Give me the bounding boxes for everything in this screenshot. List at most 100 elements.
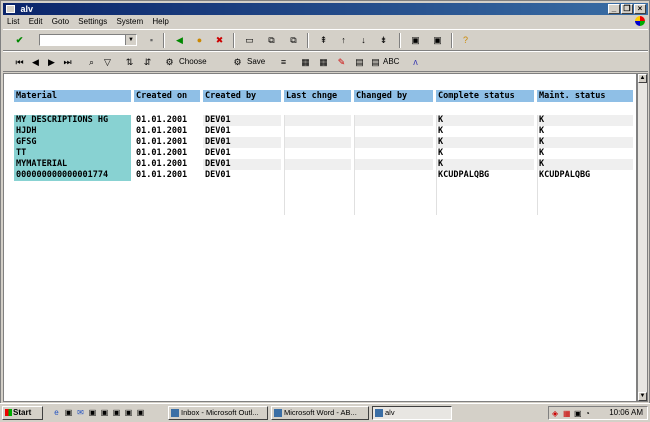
table-cell[interactable] bbox=[354, 126, 433, 137]
abc-analysis-button[interactable]: ABC bbox=[383, 56, 399, 68]
quicklaunch-icon[interactable]: ▣ bbox=[136, 408, 145, 417]
column-header-created-by[interactable]: Created by bbox=[203, 90, 281, 102]
table-cell[interactable]: DEV01 bbox=[203, 126, 281, 137]
menu-help[interactable]: Help bbox=[152, 17, 168, 26]
table-cell[interactable] bbox=[354, 148, 433, 159]
column-header-complete-status[interactable]: Complete status bbox=[436, 90, 534, 102]
word-processing-icon[interactable]: ✎ bbox=[335, 56, 348, 68]
last-row-icon[interactable]: ⏭ bbox=[61, 56, 74, 68]
menu-list[interactable]: List bbox=[7, 17, 19, 26]
menu-settings[interactable]: Settings bbox=[78, 17, 107, 26]
shield-icon[interactable]: ◈ bbox=[552, 408, 558, 420]
mail-recipient-icon[interactable]: ᴧ bbox=[409, 56, 422, 68]
help-icon[interactable]: ? bbox=[459, 34, 472, 46]
quicklaunch-icon[interactable]: ▣ bbox=[100, 408, 109, 417]
table-cell[interactable]: DEV01 bbox=[203, 137, 281, 148]
search-icon[interactable]: ⌕ bbox=[85, 56, 98, 68]
network-icon[interactable]: ▣ bbox=[574, 408, 582, 420]
new-session-icon[interactable]: ▣ bbox=[409, 34, 422, 46]
menu-edit[interactable]: Edit bbox=[29, 17, 43, 26]
table-cell[interactable] bbox=[354, 137, 433, 148]
task-alv[interactable]: alv bbox=[372, 406, 452, 420]
table-cell[interactable] bbox=[354, 159, 433, 170]
menu-system[interactable]: System bbox=[116, 17, 143, 26]
abc-analysis-icon[interactable]: ▤ bbox=[369, 56, 382, 68]
column-header-maint-status[interactable]: Maint. status bbox=[537, 90, 633, 102]
task-outlook-inbox[interactable]: Inbox - Microsoft Outl... bbox=[168, 406, 268, 420]
spreadsheet-icon[interactable]: ▦ bbox=[317, 56, 330, 68]
first-page-icon[interactable]: ⇞ bbox=[317, 34, 330, 46]
table-cell[interactable] bbox=[284, 159, 351, 170]
table-cell[interactable]: GFSG bbox=[14, 137, 131, 148]
table-cell[interactable] bbox=[284, 115, 351, 126]
shortcut-icon[interactable]: ▣ bbox=[431, 34, 444, 46]
next-page-icon[interactable]: ↓ bbox=[357, 34, 370, 46]
table-cell[interactable]: K bbox=[537, 159, 633, 170]
chevron-down-icon[interactable]: ▼ bbox=[125, 35, 136, 45]
details-icon[interactable]: ≡ bbox=[277, 56, 290, 68]
exit-icon[interactable]: ● bbox=[193, 34, 206, 46]
table-cell[interactable]: DEV01 bbox=[203, 115, 281, 126]
previous-row-icon[interactable]: ◀ bbox=[29, 56, 42, 68]
scroll-down-icon[interactable]: ▼ bbox=[638, 392, 647, 401]
table-cell[interactable]: 000000000000001774 bbox=[14, 170, 131, 181]
graphic-icon[interactable]: ▦ bbox=[299, 56, 312, 68]
table-cell[interactable]: MY DESCRIPTIONS HG bbox=[14, 115, 131, 126]
table-cell[interactable]: MYMATERIAL bbox=[14, 159, 131, 170]
filter-icon[interactable]: ▽ bbox=[101, 56, 114, 68]
table-cell[interactable]: DEV01 bbox=[203, 170, 281, 181]
local-file-icon[interactable]: ▤ bbox=[353, 56, 366, 68]
table-cell[interactable] bbox=[284, 126, 351, 137]
table-cell[interactable]: DEV01 bbox=[203, 148, 281, 159]
scroll-up-icon[interactable]: ▲ bbox=[638, 74, 647, 83]
table-cell[interactable]: K bbox=[436, 159, 534, 170]
table-cell[interactable]: K bbox=[537, 126, 633, 137]
previous-page-icon[interactable]: ↑ bbox=[337, 34, 350, 46]
table-cell[interactable]: K bbox=[537, 137, 633, 148]
menu-goto[interactable]: Goto bbox=[52, 17, 69, 26]
table-cell[interactable]: K bbox=[537, 148, 633, 159]
table-cell[interactable]: TT bbox=[14, 148, 131, 159]
find-icon[interactable]: ⧉ bbox=[265, 34, 278, 46]
table-cell[interactable]: DEV01 bbox=[203, 159, 281, 170]
desktop-icon[interactable]: ▣ bbox=[64, 408, 73, 417]
command-field[interactable]: ▼ bbox=[39, 34, 137, 46]
first-row-icon[interactable]: ⏮ bbox=[13, 56, 26, 68]
column-header-created-on[interactable]: Created on bbox=[134, 90, 200, 102]
tray-app-icon[interactable]: ▦ bbox=[563, 408, 571, 420]
table-cell[interactable] bbox=[354, 115, 433, 126]
table-cell[interactable]: 01.01.2001 bbox=[134, 137, 200, 148]
table-cell[interactable]: K bbox=[436, 126, 534, 137]
table-cell[interactable]: 01.01.2001 bbox=[134, 148, 200, 159]
table-cell[interactable]: KCUDPALQBG bbox=[436, 170, 534, 181]
minimize-button[interactable]: _ bbox=[608, 4, 620, 14]
table-cell[interactable]: HJDH bbox=[14, 126, 131, 137]
find-next-icon[interactable]: ⧉ bbox=[287, 34, 300, 46]
table-cell[interactable]: 01.01.2001 bbox=[134, 126, 200, 137]
quicklaunch-icon[interactable]: ▣ bbox=[88, 408, 97, 417]
sort-ascending-icon[interactable]: ⇅ bbox=[123, 56, 136, 68]
choose-button[interactable]: Choose bbox=[179, 56, 207, 68]
choose-layout-icon[interactable]: ⚙ bbox=[163, 56, 176, 68]
table-cell[interactable]: K bbox=[537, 115, 633, 126]
table-cell[interactable] bbox=[354, 170, 433, 181]
column-header-material[interactable]: Material bbox=[14, 90, 131, 102]
sort-descending-icon[interactable]: ⇵ bbox=[141, 56, 154, 68]
clock[interactable]: 10:06 AM bbox=[609, 407, 643, 419]
back-icon[interactable]: ◀ bbox=[173, 34, 186, 46]
task-microsoft-word[interactable]: Microsoft Word - AB... bbox=[271, 406, 369, 420]
start-button[interactable]: Start bbox=[2, 406, 43, 420]
column-header-changed-by[interactable]: Changed by bbox=[354, 90, 433, 102]
save-layout-icon[interactable]: ⚙ bbox=[231, 56, 244, 68]
quicklaunch-icon[interactable]: ▣ bbox=[124, 408, 133, 417]
table-cell[interactable]: K bbox=[436, 137, 534, 148]
outlook-icon[interactable]: ✉ bbox=[76, 408, 85, 417]
restore-button[interactable]: ❐ bbox=[621, 4, 633, 14]
next-row-icon[interactable]: ▶ bbox=[45, 56, 58, 68]
close-button[interactable]: × bbox=[634, 4, 646, 14]
print-icon[interactable]: ▭ bbox=[243, 34, 256, 46]
save-icon[interactable]: ▪ bbox=[145, 34, 158, 46]
table-cell[interactable] bbox=[284, 137, 351, 148]
enter-icon[interactable]: ✔ bbox=[13, 34, 26, 46]
save-layout-button[interactable]: Save bbox=[247, 56, 265, 68]
